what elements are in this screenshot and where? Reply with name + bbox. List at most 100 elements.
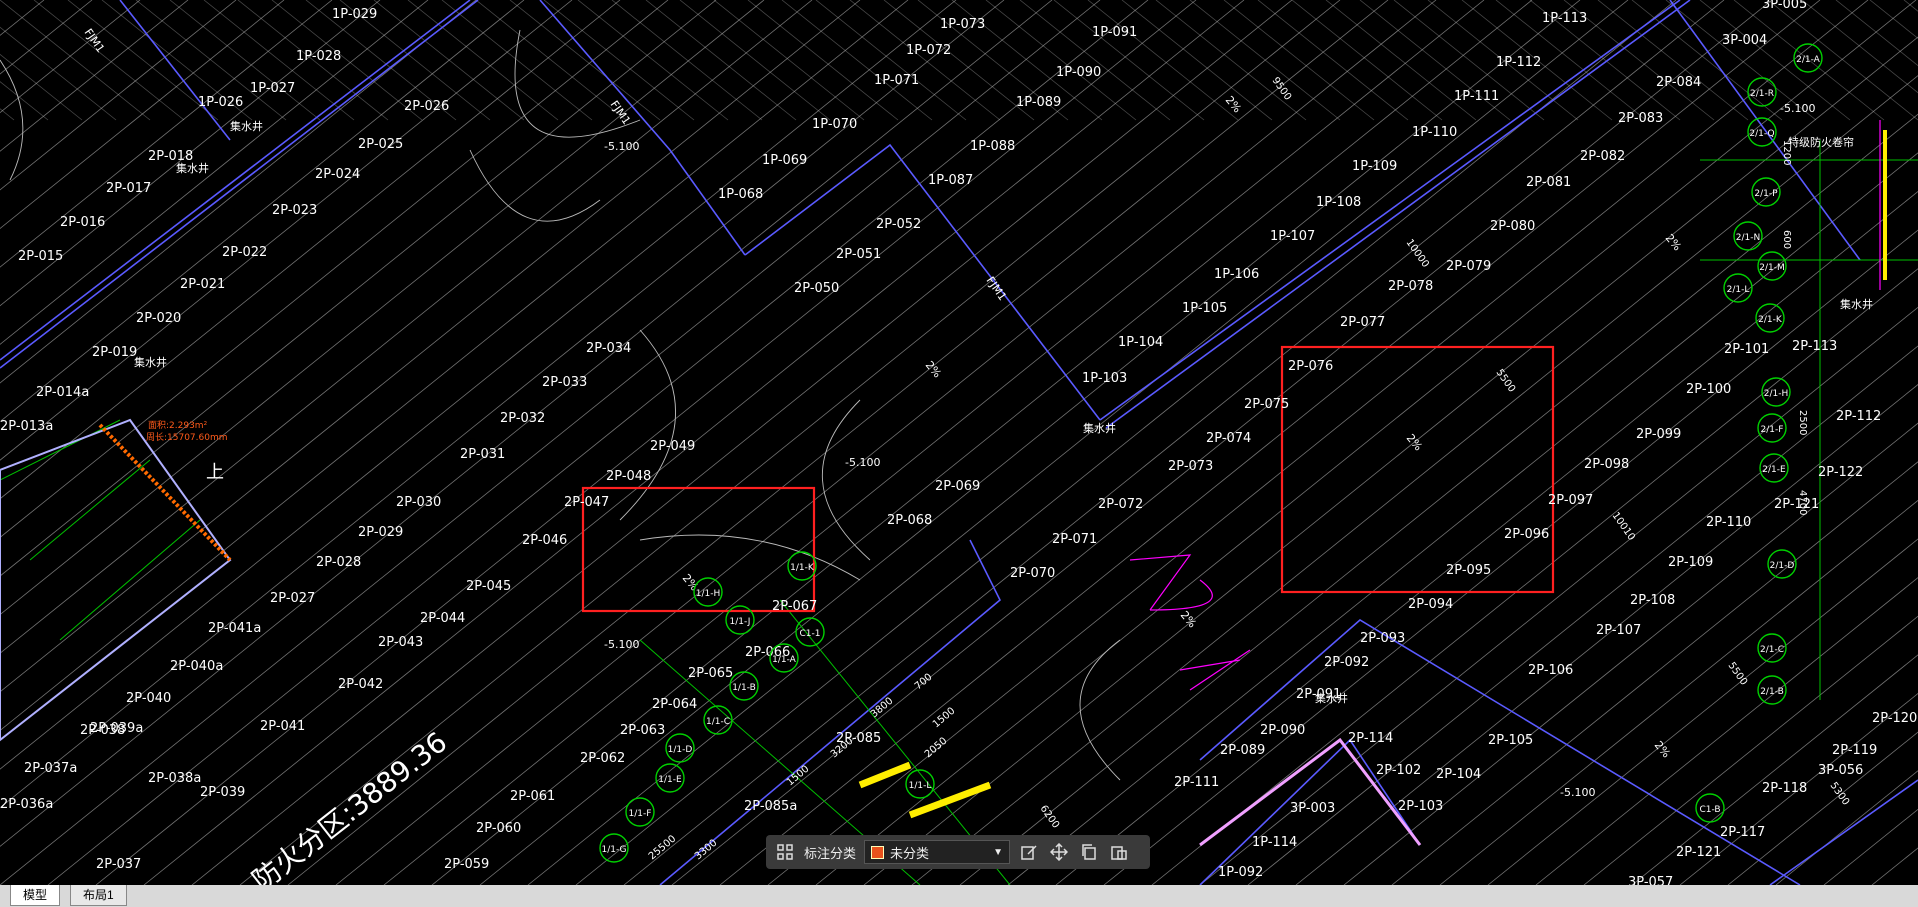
axis-bubble-label: 2/1-E <box>1762 465 1786 475</box>
parking-space-label: 2P-096 <box>1504 527 1549 542</box>
sump-label: 集水井 <box>1083 421 1116 435</box>
parking-space-label: 2P-014a <box>36 385 89 400</box>
parking-space-label: 2P-117 <box>1720 825 1765 840</box>
category-color-swatch <box>871 845 885 859</box>
parking-space-label: 2P-044 <box>420 611 465 626</box>
slope-tag: 2% <box>1178 609 1199 631</box>
dim-value: 2500 <box>1797 410 1808 435</box>
parking-space-label: 1P-091 <box>1092 25 1137 40</box>
parking-space-label: 1P-089 <box>1016 95 1061 110</box>
copy-icon[interactable] <box>1078 841 1100 863</box>
parking-space-label: 2P-082 <box>1580 149 1625 164</box>
axis-bubble-label: 1/1-E <box>658 775 682 785</box>
parking-space-label: 2P-021 <box>180 277 225 292</box>
parking-space-label: 2P-061 <box>510 789 555 804</box>
parking-space-label: 2P-069 <box>935 479 980 494</box>
parking-space-label: 2P-113 <box>1792 339 1837 354</box>
firezone-label: 防火分区:3889.36 <box>246 725 453 885</box>
slope-tag: 2% <box>1663 232 1684 254</box>
area-annotation: 面积:2.293m² <box>148 419 208 431</box>
parking-space-label: 2P-075 <box>1244 397 1289 412</box>
axis-bubble-label: 1/1-D <box>668 745 693 755</box>
axis-bubble-label: 2/1-C <box>1760 645 1784 655</box>
parking-space-label: 2P-037a <box>24 761 77 776</box>
grid-menu-icon[interactable] <box>774 841 796 863</box>
parking-space-label: 2P-110 <box>1706 515 1751 530</box>
level-tag: -5.100 <box>1780 102 1815 115</box>
parking-space-label: 2P-030 <box>396 495 441 510</box>
parking-space-label: 2P-017 <box>106 181 151 196</box>
parking-stall-lines <box>0 0 1918 885</box>
sump-label: 集水井 <box>134 355 167 369</box>
tab-model[interactable]: 模型 <box>10 885 61 906</box>
dim-value: 1500 <box>931 706 958 731</box>
parking-space-label: 2P-083 <box>1618 111 1663 126</box>
parking-space-label: 2P-047 <box>564 495 609 510</box>
parking-space-label: 2P-109 <box>1668 555 1713 570</box>
parking-space-label: 2P-112 <box>1836 409 1881 424</box>
parking-space-label: 2P-076 <box>1288 359 1333 374</box>
axis-bubble-label: 2/1-K <box>1758 315 1783 325</box>
slope-tag: 2% <box>1404 432 1425 454</box>
perimeter-annotation: 周长:15707.60mm <box>146 431 228 443</box>
parking-space-label: 2P-037 <box>96 857 141 872</box>
parking-space-label: 2P-029 <box>358 525 403 540</box>
cad-drawing-canvas[interactable]: 1P-029 1P-028 1P-027 1P-026 2P-026 2P-025 2P-0… <box>0 0 1918 885</box>
sump-label: 集水井 <box>1840 297 1873 311</box>
category-dropdown[interactable]: 未分类 ▼ <box>864 840 1011 864</box>
parking-space-label: 3P-057 <box>1628 875 1673 885</box>
parking-space-label: 2P-024 <box>315 167 360 182</box>
parking-space-label: 2P-034 <box>586 341 631 356</box>
parking-space-label: 1P-112 <box>1496 55 1541 70</box>
parking-space-label: 2P-039 <box>200 785 245 800</box>
parking-space-label: 1P-071 <box>874 73 919 88</box>
parking-space-label: 2P-063 <box>620 723 665 738</box>
parking-space-label: 2P-081 <box>1526 175 1571 190</box>
parking-space-label: 2P-043 <box>378 635 423 650</box>
parking-space-label: 1P-069 <box>762 153 807 168</box>
edit-icon[interactable] <box>1018 841 1040 863</box>
parking-space-label: 2P-107 <box>1596 623 1641 638</box>
parking-space-label: 1P-073 <box>940 17 985 32</box>
dim-value: 4700 <box>1797 490 1808 515</box>
parking-space-label: 2P-080 <box>1490 219 1535 234</box>
parking-space-label: 1P-027 <box>250 81 295 96</box>
parking-space-label: 2P-085a <box>744 799 797 814</box>
sump-label: 集水井 <box>1315 691 1348 705</box>
parking-space-label: 1P-104 <box>1118 335 1163 350</box>
dim-value: 700 <box>913 672 935 693</box>
parking-space-label: 2P-089 <box>1220 743 1265 758</box>
axis-bubble-label: 1/1-H <box>696 589 721 599</box>
green-dimension-lines <box>0 140 1918 885</box>
parking-space-label: 2P-120 <box>1872 711 1917 726</box>
parking-space-label: 1P-088 <box>970 139 1015 154</box>
parking-space-label: 2P-062 <box>580 751 625 766</box>
parking-space-label: 2P-099 <box>1636 427 1681 442</box>
level-tag: -5.100 <box>1560 786 1595 799</box>
parking-space-label: 2P-098 <box>1584 457 1629 472</box>
parking-space-label: 2P-032 <box>500 411 545 426</box>
parking-space-label: 2P-013a <box>0 419 53 434</box>
parking-space-label: 1P-105 <box>1182 301 1227 316</box>
parking-space-label: 1P-092 <box>1218 865 1263 880</box>
up-arrow-label: 上 <box>206 462 224 483</box>
firewall-label: 特级防火卷帘 <box>1788 135 1854 149</box>
parking-space-label: 1P-103 <box>1082 371 1127 386</box>
parking-space-label: 2P-065 <box>688 666 733 681</box>
parking-space-label: 2P-040a <box>170 659 223 674</box>
parking-space-label: 2P-050 <box>794 281 839 296</box>
parking-space-label: 2P-074 <box>1206 431 1251 446</box>
category-label: 标注分类 <box>804 845 857 861</box>
parking-space-label: 2P-067 <box>772 599 817 614</box>
parking-space-label: 1P-110 <box>1412 125 1457 140</box>
parking-space-label: 2P-071 <box>1052 532 1097 547</box>
parking-space-label: 2P-077 <box>1340 315 1385 330</box>
tab-layout1[interactable]: 布局1 <box>70 885 127 906</box>
parking-space-label: 2P-072 <box>1098 497 1143 512</box>
parking-space-label: 2P-015 <box>18 249 63 264</box>
move-icon[interactable] <box>1048 841 1070 863</box>
axis-bubble-label: 1/1-L <box>909 781 932 791</box>
paste-icon[interactable] <box>1108 841 1130 863</box>
parking-space-label: 2P-097 <box>1548 493 1593 508</box>
parking-space-label: 2P-052 <box>876 217 921 232</box>
